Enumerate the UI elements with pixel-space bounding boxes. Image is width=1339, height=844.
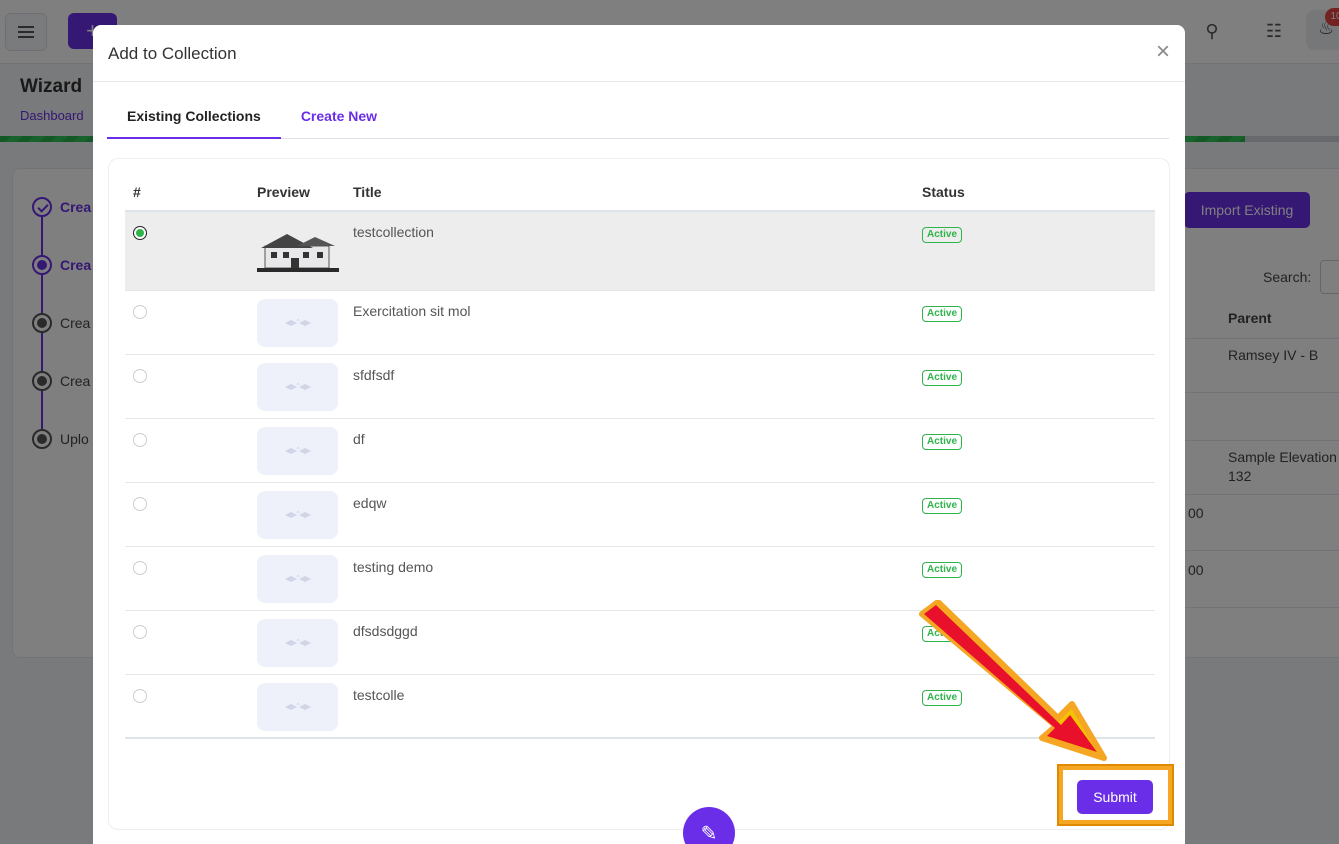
table-row[interactable]: df Active xyxy=(125,418,1155,483)
cell-title: sfdfsdf xyxy=(345,354,914,419)
table-row[interactable]: testcollection Active xyxy=(125,211,1155,291)
cell-preview xyxy=(249,211,345,291)
row-radio[interactable] xyxy=(133,688,147,703)
col-header-index: # xyxy=(125,173,249,212)
collection-title: Exercitation sit mol xyxy=(353,302,471,319)
placeholder-image-icon xyxy=(257,490,338,539)
cell-title: testing demo xyxy=(345,546,914,611)
table-row[interactable]: Exercitation sit mol Active xyxy=(125,290,1155,355)
collection-title: df xyxy=(353,430,365,447)
cell-preview xyxy=(249,354,345,419)
collection-title: testcolle xyxy=(353,686,405,703)
placeholder-image-icon xyxy=(257,426,338,475)
row-radio[interactable] xyxy=(133,368,147,383)
house-preview-image xyxy=(257,232,339,276)
modal-header: Add to Collection × xyxy=(93,25,1185,82)
row-radio[interactable] xyxy=(133,560,147,575)
chat-icon: ✎ xyxy=(700,822,718,844)
cell-status: Active xyxy=(914,354,1155,419)
row-radio[interactable] xyxy=(133,226,147,240)
cell-status: Active xyxy=(914,290,1155,355)
table-row[interactable]: edqw Active xyxy=(125,482,1155,547)
close-icon[interactable]: × xyxy=(1152,40,1174,64)
cell-preview xyxy=(249,674,345,739)
cell-select xyxy=(125,546,249,611)
collection-title: edqw xyxy=(353,494,387,511)
col-header-preview: Preview xyxy=(249,173,345,212)
table-header-row: # Preview Title Status xyxy=(125,173,1155,212)
cell-preview xyxy=(249,610,345,675)
cell-preview xyxy=(249,482,345,547)
status-badge: Active xyxy=(922,227,963,243)
modal-title: Add to Collection xyxy=(108,44,237,63)
cell-title: edqw xyxy=(345,482,914,547)
placeholder-image-icon xyxy=(257,618,338,667)
cell-select xyxy=(125,354,249,419)
cell-select xyxy=(125,290,249,355)
col-header-status: Status xyxy=(914,173,1155,212)
collection-title: testcollection xyxy=(353,224,434,240)
row-radio[interactable] xyxy=(133,432,147,447)
cell-preview xyxy=(249,546,345,611)
status-badge: Active xyxy=(922,369,963,386)
cell-title: dfsdsdggd xyxy=(345,610,914,675)
col-header-title: Title xyxy=(345,173,914,212)
cell-select xyxy=(125,211,249,291)
annotation-arrow-icon xyxy=(919,600,1107,761)
placeholder-image-icon xyxy=(257,554,338,603)
cell-select xyxy=(125,610,249,675)
table-row[interactable]: sfdfsdf Active xyxy=(125,354,1155,419)
cell-preview xyxy=(249,290,345,355)
cell-title: testcollection xyxy=(345,211,914,291)
cell-title: Exercitation sit mol xyxy=(345,290,914,355)
tab-create-new[interactable]: Create New xyxy=(281,98,397,139)
cell-select xyxy=(125,482,249,547)
cell-preview xyxy=(249,418,345,483)
row-radio[interactable] xyxy=(133,304,147,319)
status-badge: Active xyxy=(922,433,963,450)
collection-title: sfdfsdf xyxy=(353,366,395,383)
cell-status: Active xyxy=(914,482,1155,547)
collection-title: testing demo xyxy=(353,558,434,575)
placeholder-image-icon xyxy=(257,362,338,411)
row-radio[interactable] xyxy=(133,624,147,639)
modal-tabs: Existing Collections Create New xyxy=(107,98,1169,139)
row-radio[interactable] xyxy=(133,496,147,511)
status-badge: Active xyxy=(922,497,963,514)
cell-title: df xyxy=(345,418,914,483)
status-badge: Active xyxy=(922,561,963,578)
cell-status: Active xyxy=(914,211,1155,291)
cell-select xyxy=(125,674,249,739)
cell-status: Active xyxy=(914,418,1155,483)
collection-title: dfsdsdggd xyxy=(353,622,418,639)
tab-existing-collections[interactable]: Existing Collections xyxy=(107,98,281,139)
cell-title: testcolle xyxy=(345,674,914,739)
cell-select xyxy=(125,418,249,483)
placeholder-image-icon xyxy=(257,682,338,731)
status-badge: Active xyxy=(922,305,963,322)
placeholder-image-icon xyxy=(257,298,338,347)
